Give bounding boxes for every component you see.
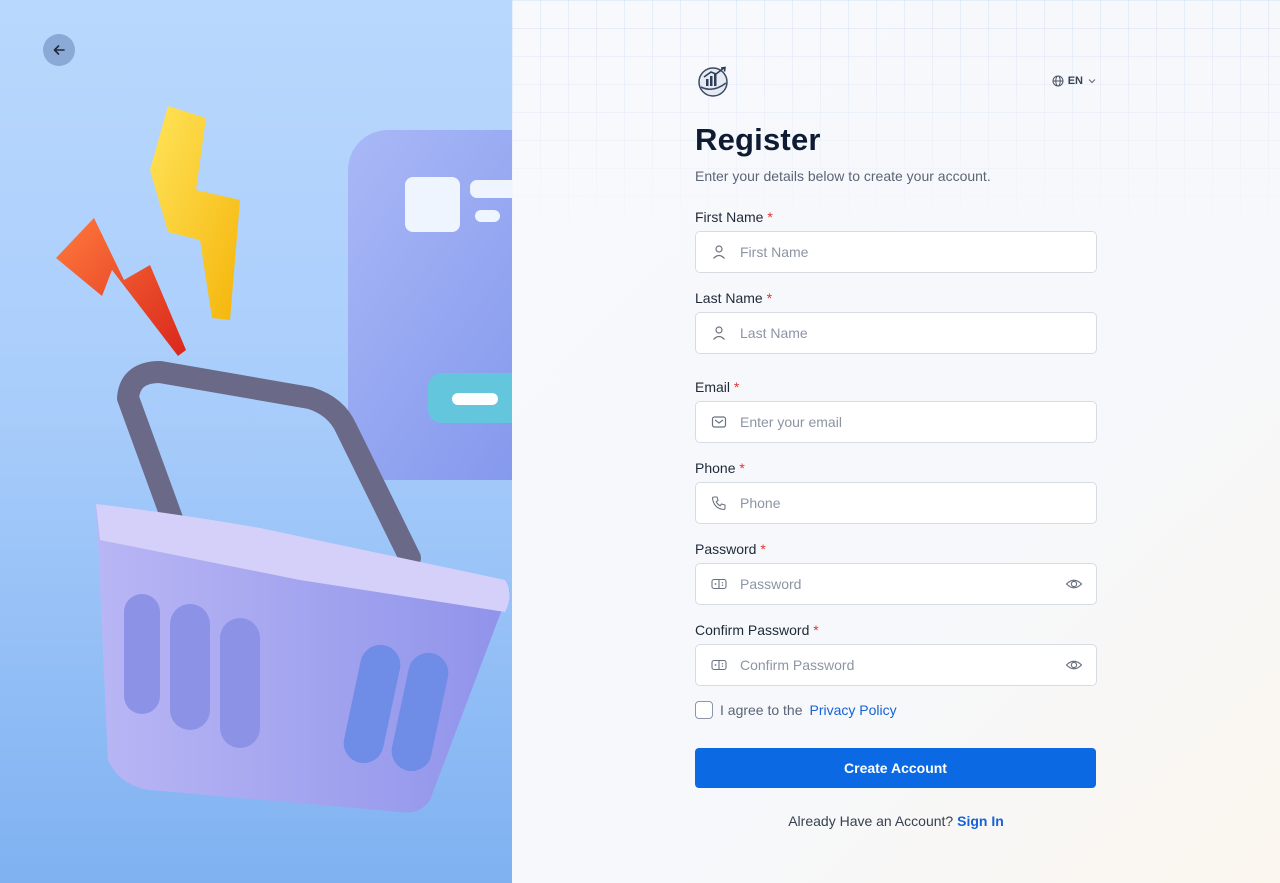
phone-input-box [695, 482, 1097, 524]
page-subtitle: Enter your details below to create your … [695, 168, 991, 184]
required-mark: * [766, 290, 773, 306]
required-mark: * [813, 622, 819, 638]
required-mark: * [733, 379, 740, 395]
arrow-left-icon [53, 45, 65, 55]
signin-prompt: Already Have an Account? Sign In [695, 813, 1097, 829]
create-account-button[interactable]: Create Account [695, 748, 1096, 788]
password-input[interactable] [740, 576, 1064, 592]
user-icon [710, 243, 728, 261]
email-input[interactable] [740, 414, 1084, 430]
register-form: EN Register Enter your details below to … [695, 62, 1097, 829]
user-icon [710, 324, 728, 342]
confirm-password-input-box [695, 644, 1097, 686]
privacy-policy-link[interactable]: Privacy Policy [810, 702, 897, 718]
first-name-field: First Name * [695, 209, 1097, 273]
red-lightning-bolt [56, 218, 186, 356]
confirm-password-input[interactable] [740, 657, 1064, 673]
password-input-box [695, 563, 1097, 605]
first-name-input[interactable] [740, 244, 1084, 260]
email-input-box [695, 401, 1097, 443]
last-name-input-box [695, 312, 1097, 354]
privacy-agreement: I agree to the Privacy Policy [695, 700, 1097, 720]
phone-input[interactable] [740, 495, 1084, 511]
privacy-checkbox[interactable] [695, 701, 713, 719]
eye-icon[interactable] [1064, 655, 1084, 675]
required-mark: * [767, 209, 773, 225]
mail-icon [710, 413, 728, 431]
shopping-basket-illustration [56, 106, 512, 813]
first-name-input-box [695, 231, 1097, 273]
basket-body [96, 504, 510, 813]
password-icon [710, 575, 728, 593]
yellow-lightning-bolt [150, 106, 240, 320]
sign-in-link[interactable]: Sign In [957, 813, 1004, 829]
credit-card-graphic [348, 130, 512, 480]
password-label: Password * [695, 541, 766, 557]
chevron-down-icon [1088, 79, 1096, 84]
form-topbar: EN [695, 62, 1097, 100]
page-title: Register [695, 122, 821, 157]
required-mark: * [739, 460, 745, 476]
language-selector[interactable]: EN [1052, 75, 1097, 87]
last-name-label: Last Name * [695, 290, 773, 306]
eye-icon[interactable] [1064, 574, 1084, 594]
required-mark: * [760, 541, 766, 557]
language-label: EN [1067, 75, 1083, 87]
agree-text: I agree to the [720, 702, 803, 718]
email-field: Email * [695, 379, 1097, 443]
globe-icon [1052, 75, 1064, 87]
illustration-panel [0, 0, 512, 883]
confirm-password-field: Confirm Password * [695, 622, 1097, 686]
register-panel: EN Register Enter your details below to … [512, 0, 1280, 883]
phone-icon [710, 494, 728, 512]
phone-field: Phone * [695, 460, 1097, 524]
confirm-password-label: Confirm Password * [695, 622, 819, 638]
phone-label: Phone * [695, 460, 745, 476]
signin-text: Already Have an Account? [788, 813, 954, 829]
first-name-label: First Name * [695, 209, 773, 225]
email-label: Email * [695, 379, 740, 395]
chart-globe-logo-icon [698, 66, 728, 97]
password-field: Password * [695, 541, 1097, 605]
last-name-field: Last Name * [695, 290, 1097, 354]
password-icon [710, 656, 728, 674]
back-button[interactable] [43, 34, 75, 66]
last-name-input[interactable] [740, 325, 1084, 341]
